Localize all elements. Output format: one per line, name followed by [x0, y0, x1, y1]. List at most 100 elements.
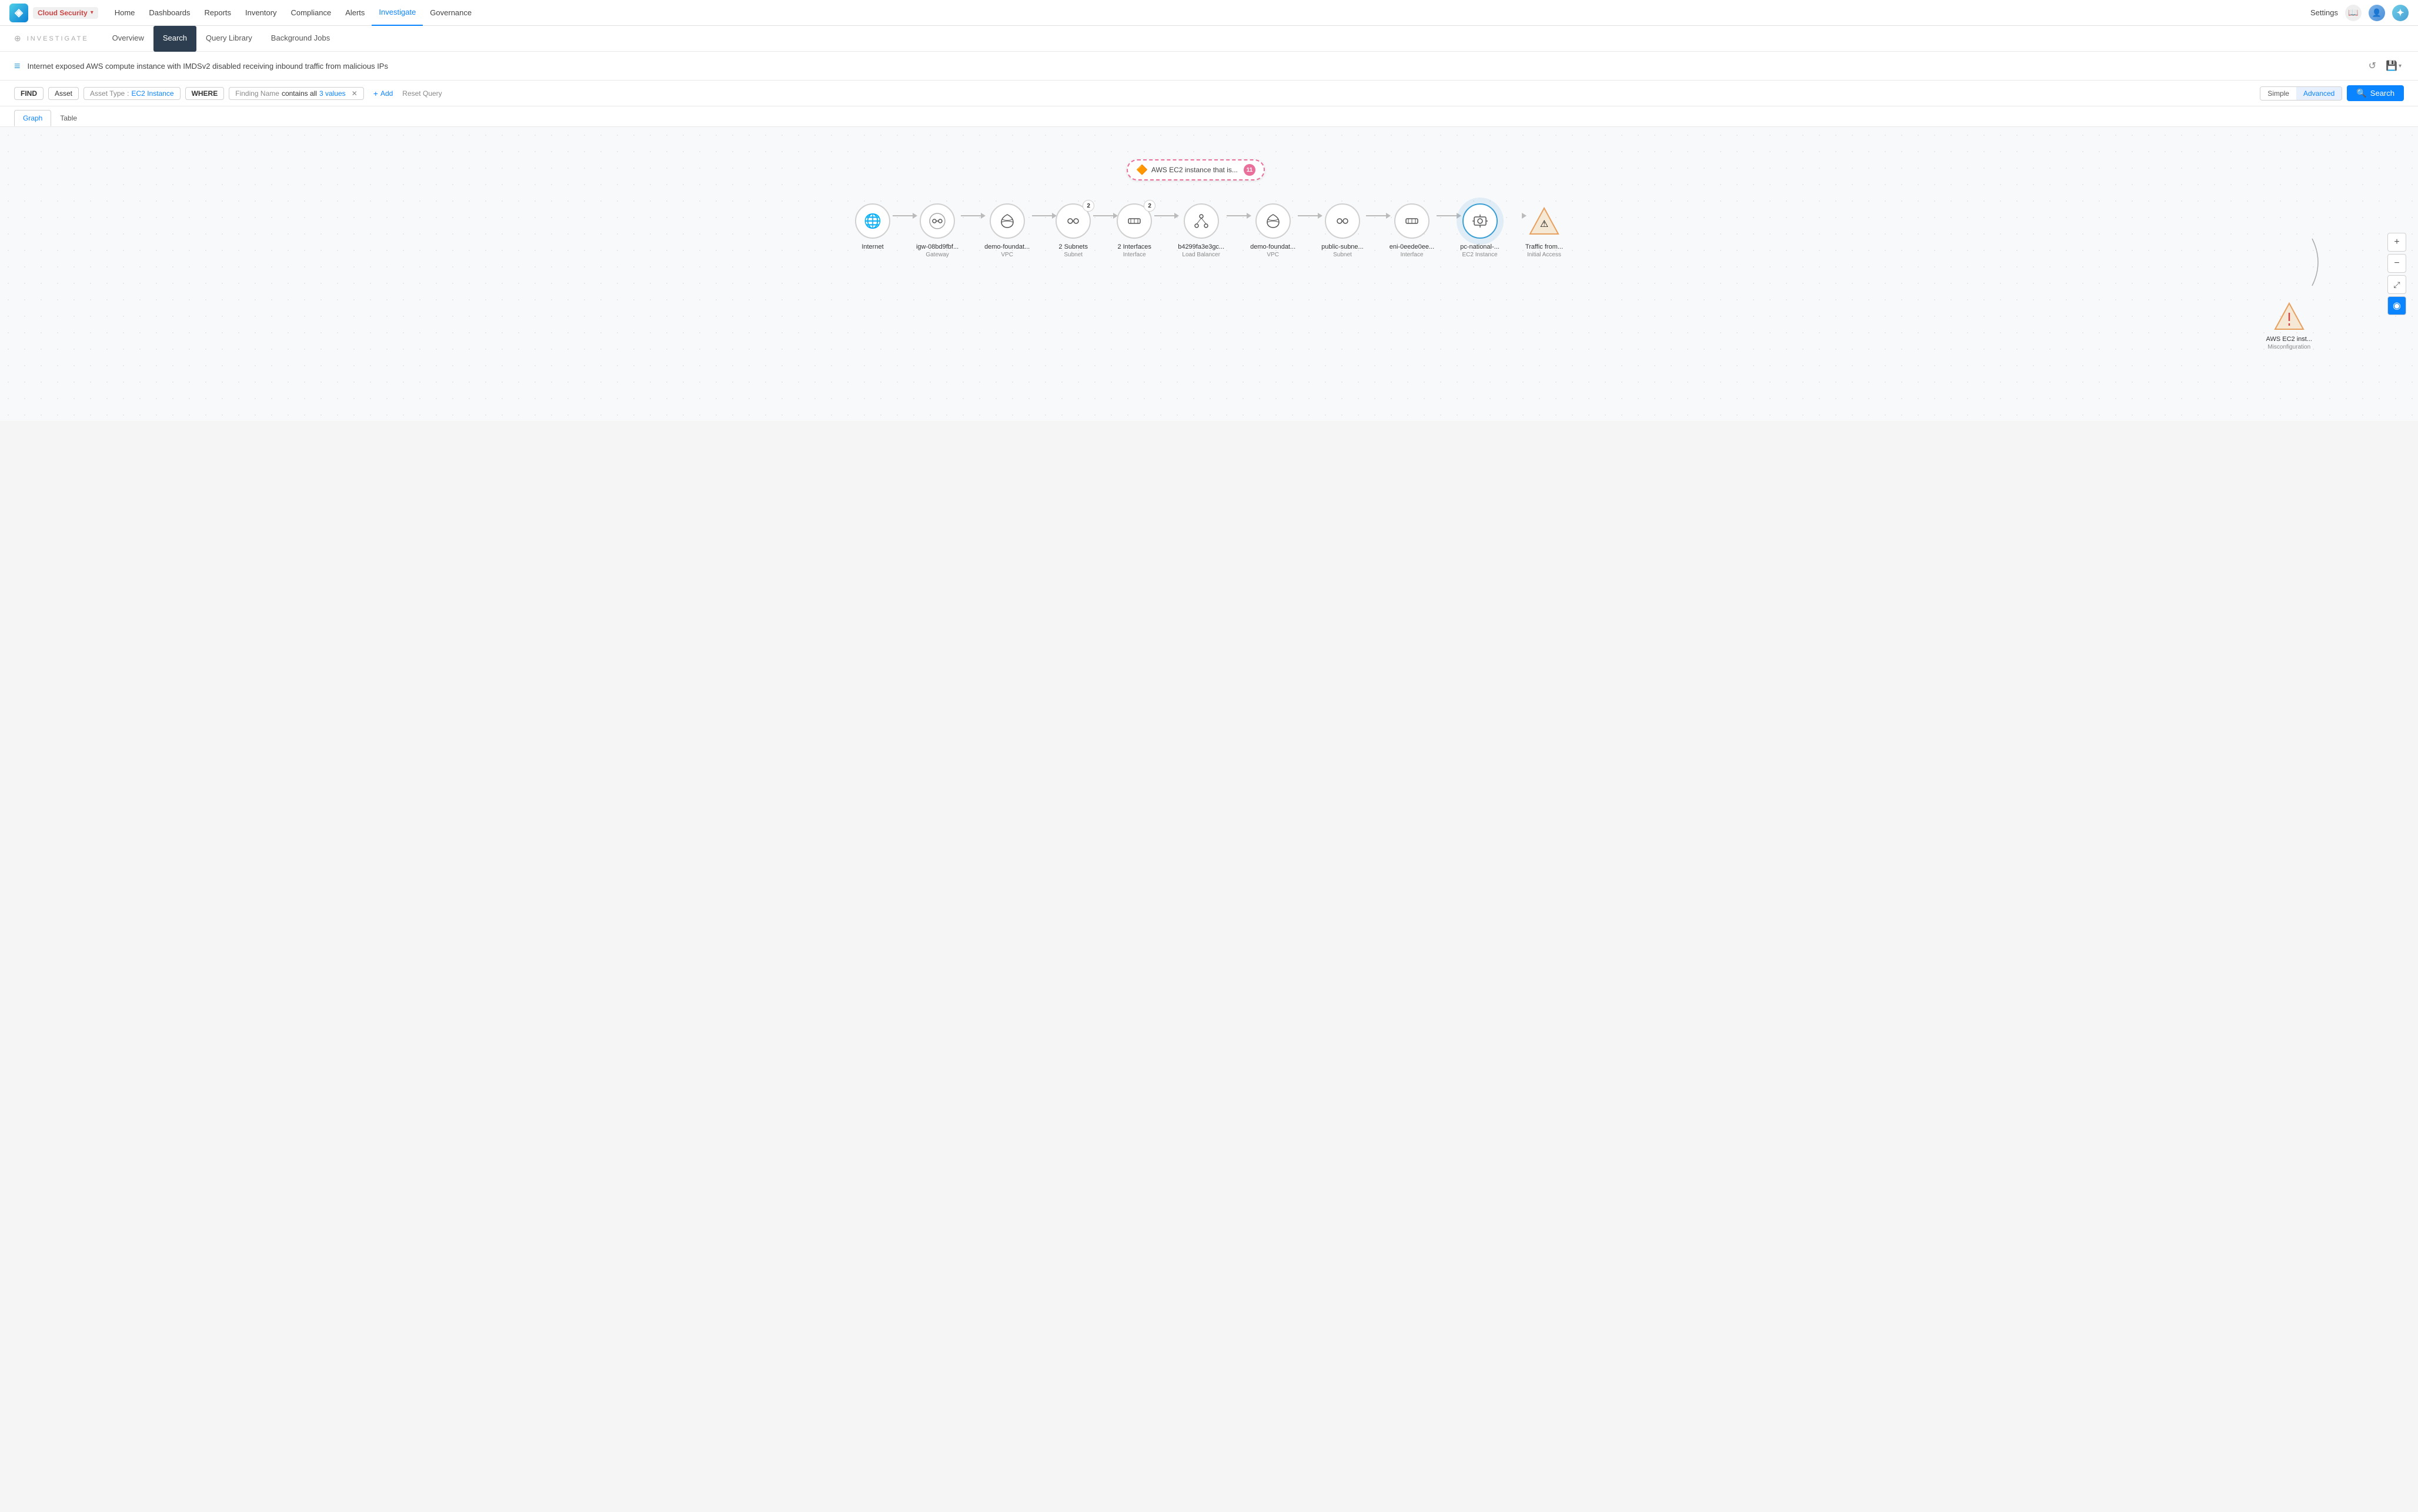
ec2-bubble[interactable]: 🔶 AWS EC2 instance that is... 11: [1127, 159, 1265, 180]
close-icon[interactable]: ✕: [352, 89, 358, 98]
subnet2-node[interactable]: [1325, 203, 1360, 239]
add-label: Add: [380, 89, 393, 98]
product-selector[interactable]: Cloud Security ▾: [33, 7, 98, 19]
app-logo[interactable]: ◈: [9, 4, 28, 22]
misconfig-wrapper[interactable]: AWS EC2 inst... Misconfiguration: [2266, 300, 2312, 350]
traffic-node[interactable]: ⚠: [1527, 203, 1562, 239]
interfaces-node[interactable]: 2: [1117, 203, 1152, 239]
node-internet[interactable]: 🌐 Internet: [855, 203, 890, 250]
node-traffic[interactable]: ⚠ Traffic from... Initial Access: [1525, 203, 1563, 258]
eni-node[interactable]: [1394, 203, 1430, 239]
graph-canvas[interactable]: 🔶 AWS EC2 instance that is... 11 🌐 Inter…: [0, 127, 2418, 421]
zoom-out-btn[interactable]: −: [2387, 254, 2406, 273]
node-ec2[interactable]: pc-national-... EC2 Instance: [1460, 203, 1499, 258]
main-area: 🔶 AWS EC2 instance that is... 11 🌐 Inter…: [0, 127, 2418, 421]
gateway-node[interactable]: [920, 203, 955, 239]
traffic-sublabel: Initial Access: [1527, 252, 1561, 258]
node-vpc2[interactable]: demo-foundat... VPC: [1250, 203, 1295, 258]
arrow-line-2: [1032, 215, 1053, 216]
flow-nodes: 🌐 Internet igw-08bd9fbf... Gateway demo-…: [855, 203, 1563, 258]
subnet2-sublabel: Subnet: [1333, 252, 1352, 258]
book-icon: 📖: [2348, 8, 2358, 18]
tab-background-jobs[interactable]: Background Jobs: [262, 26, 339, 52]
subnets-node[interactable]: 2: [1056, 203, 1091, 239]
sub-header: ⊕ INVESTIGATE Overview Search Query Libr…: [0, 26, 2418, 52]
query-text: Internet exposed AWS compute instance wi…: [28, 62, 2362, 71]
ec2-node[interactable]: [1462, 203, 1498, 239]
nav-home[interactable]: Home: [108, 0, 142, 26]
table-tab[interactable]: Table: [51, 110, 86, 126]
arrow-line-4: [1154, 215, 1175, 216]
reset-query-btn[interactable]: Reset Query: [402, 89, 442, 98]
asset-type-colon: :: [127, 89, 129, 98]
interfaces-icon: [1126, 213, 1143, 229]
save-btn[interactable]: 💾▾: [2383, 58, 2404, 74]
node-subnets[interactable]: 2 2 Subnets Subnet: [1056, 203, 1091, 258]
fit-btn[interactable]: ⤢: [2387, 275, 2406, 294]
node-gateway[interactable]: igw-08bd9fbf... Gateway: [916, 203, 958, 258]
nav-right: Settings 📖 👤 ✦: [2310, 5, 2409, 21]
arrow-5: [1224, 215, 1250, 216]
arrow-line-7: [1366, 215, 1387, 216]
internet-label: Internet: [861, 243, 883, 250]
nav-compliance[interactable]: Compliance: [284, 0, 339, 26]
search-button[interactable]: 🔍 Search: [2347, 85, 2404, 101]
add-btn[interactable]: + Add: [369, 87, 398, 100]
assistant-btn[interactable]: ✦: [2392, 5, 2409, 21]
globe-btn[interactable]: ◉: [2387, 296, 2406, 315]
where-chip[interactable]: WHERE: [185, 87, 225, 100]
node-interfaces[interactable]: 2 2 Interfaces Interface: [1117, 203, 1152, 258]
book-icon-btn[interactable]: 📖: [2345, 5, 2362, 21]
undo-btn[interactable]: ↺: [2366, 58, 2379, 74]
settings-link[interactable]: Settings: [2310, 8, 2338, 17]
nav-dashboards[interactable]: Dashboards: [142, 0, 197, 26]
vpc1-sublabel: VPC: [1001, 252, 1013, 258]
vpc2-label: demo-foundat...: [1250, 243, 1295, 250]
find-chip[interactable]: FIND: [14, 87, 44, 100]
asset-type-chip[interactable]: Asset Type : EC2 Instance: [84, 87, 181, 100]
nav-inventory[interactable]: Inventory: [238, 0, 283, 26]
finding-name-chip[interactable]: Finding Name contains all 3 values ✕: [229, 87, 364, 100]
node-eni[interactable]: eni-0eede0ee... Interface: [1390, 203, 1434, 258]
user-avatar[interactable]: 👤: [2369, 5, 2385, 21]
search-btn-label: Search: [2370, 89, 2394, 98]
vpc2-node[interactable]: [1255, 203, 1291, 239]
finding-name-label: Finding Name: [235, 89, 279, 98]
misconfig-icon: [2274, 301, 2305, 332]
ec2-sublabel: EC2 Instance: [1462, 252, 1497, 258]
zoom-in-btn[interactable]: +: [2387, 233, 2406, 252]
misconfig-node[interactable]: [2273, 300, 2305, 332]
simple-btn[interactable]: Simple: [2260, 87, 2296, 100]
asset-label: Asset: [55, 89, 72, 98]
query-icon: ≡: [14, 60, 21, 72]
arrow-9: [1499, 215, 1525, 216]
lb-icon: [1193, 213, 1210, 229]
nav-links: Home Dashboards Reports Inventory Compli…: [108, 0, 2310, 26]
arrow-line-5: [1227, 215, 1248, 216]
nav-alerts[interactable]: Alerts: [338, 0, 372, 26]
tab-search[interactable]: Search: [153, 26, 196, 52]
node-lb[interactable]: b4299fa3e3gc... Load Balancer: [1178, 203, 1224, 258]
gateway-label: igw-08bd9fbf...: [916, 243, 958, 250]
lb-node[interactable]: [1184, 203, 1219, 239]
investigate-title: INVESTIGATE: [27, 35, 89, 42]
tab-overview[interactable]: Overview: [103, 26, 153, 52]
subnet2-icon: [1334, 213, 1351, 229]
node-vpc1[interactable]: demo-foundat... VPC: [984, 203, 1030, 258]
advanced-btn[interactable]: Advanced: [2296, 87, 2342, 100]
where-label: WHERE: [192, 89, 218, 98]
view-toggle: Simple Advanced: [2260, 86, 2342, 101]
internet-node[interactable]: 🌐: [855, 203, 890, 239]
asset-chip[interactable]: Asset: [48, 87, 79, 100]
eni-label: eni-0eede0ee...: [1390, 243, 1434, 250]
nav-governance[interactable]: Governance: [423, 0, 479, 26]
tab-query-library[interactable]: Query Library: [196, 26, 262, 52]
svg-text:⚠: ⚠: [1540, 219, 1548, 229]
vpc1-node[interactable]: [990, 203, 1025, 239]
subnets-icon: [1065, 213, 1081, 229]
nav-reports[interactable]: Reports: [198, 0, 239, 26]
graph-tab[interactable]: Graph: [14, 110, 51, 126]
asset-type-value: EC2 Instance: [132, 89, 174, 98]
node-subnet2[interactable]: public-subne... Subnet: [1321, 203, 1364, 258]
nav-investigate[interactable]: Investigate: [372, 0, 423, 26]
